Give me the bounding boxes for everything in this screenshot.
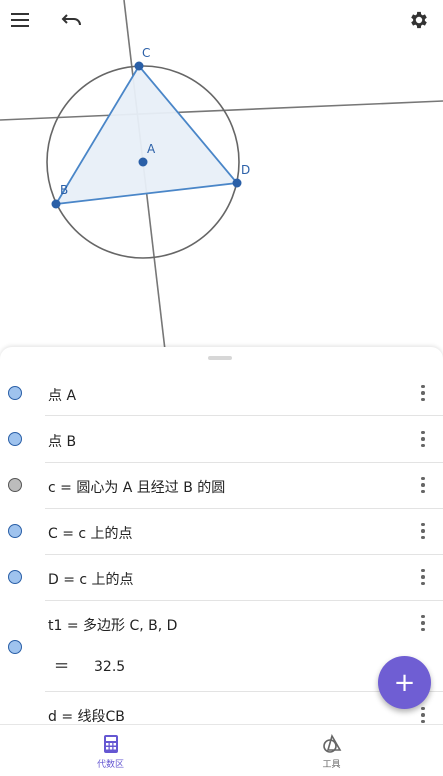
plus-icon: +: [393, 667, 416, 698]
shapes-tools-icon: [323, 734, 342, 753]
more-options-icon[interactable]: [414, 473, 432, 497]
tab-tools[interactable]: 工具: [221, 725, 442, 776]
more-options-icon[interactable]: [414, 703, 432, 725]
more-options-icon[interactable]: [414, 611, 432, 635]
graphics-view[interactable]: A B C D: [0, 0, 443, 350]
visibility-toggle[interactable]: [8, 432, 22, 446]
algebra-item-text[interactable]: 点 B: [48, 431, 76, 451]
visibility-toggle[interactable]: [8, 570, 22, 584]
algebra-item-text[interactable]: C = c 上的点: [48, 523, 133, 543]
point-label-c: C: [142, 46, 150, 60]
algebra-item-polygon-t1[interactable]: t1 = 多边形 C, B, D = 32.5: [0, 605, 443, 691]
more-options-icon[interactable]: [414, 381, 432, 405]
row-divider: [45, 508, 443, 509]
algebra-item-text[interactable]: D = c 上的点: [48, 569, 134, 589]
output-equals-sign: =: [54, 655, 70, 676]
add-button[interactable]: +: [378, 656, 431, 709]
row-divider: [45, 554, 443, 555]
point-label-b: B: [60, 183, 68, 197]
more-options-icon[interactable]: [414, 565, 432, 589]
tab-algebra-label: 代数区: [96, 760, 124, 770]
row-divider: [45, 462, 443, 463]
panel-drag-handle[interactable]: [208, 356, 232, 360]
algebra-item-text[interactable]: d = 线段CB: [48, 706, 125, 725]
visibility-toggle[interactable]: [8, 640, 22, 654]
point-label-d: D: [241, 163, 250, 177]
algebra-item-text[interactable]: 点 A: [48, 385, 76, 405]
point-b[interactable]: [51, 199, 61, 209]
more-options-icon[interactable]: [414, 427, 432, 451]
more-options-icon[interactable]: [414, 519, 432, 543]
point-c[interactable]: [134, 61, 144, 71]
tab-algebra[interactable]: 代数区: [0, 725, 221, 776]
algebra-item-segment-d[interactable]: d = 线段CB: [0, 697, 443, 725]
visibility-toggle[interactable]: [8, 478, 22, 492]
algebra-item-point-a[interactable]: 点 A: [0, 375, 443, 419]
algebra-item-text[interactable]: t1 = 多边形 C, B, D: [48, 615, 177, 635]
point-a[interactable]: [138, 157, 148, 167]
point-d[interactable]: [232, 178, 242, 188]
algebra-item-point-b[interactable]: 点 B: [0, 421, 443, 465]
algebra-item-circle-c[interactable]: c = 圆心为 A 且经过 B 的圆: [0, 467, 443, 511]
algebra-item-point-d[interactable]: D = c 上的点: [0, 559, 443, 603]
bottom-navigation: 代数区 工具: [0, 724, 443, 776]
point-label-a: A: [147, 142, 156, 156]
tab-tools-label: 工具: [322, 760, 341, 770]
calculator-icon: [104, 735, 118, 753]
visibility-toggle[interactable]: [8, 524, 22, 538]
algebra-panel: 点 A 点 B c = 圆心为 A 且经过 B 的圆 C = c 上的点 D =…: [0, 347, 443, 725]
row-divider: [45, 415, 443, 416]
visibility-toggle[interactable]: [8, 386, 22, 400]
algebra-item-text[interactable]: c = 圆心为 A 且经过 B 的圆: [48, 477, 225, 497]
row-divider: [45, 600, 443, 601]
polygon-area-value: 32.5: [94, 659, 126, 675]
algebra-item-point-c[interactable]: C = c 上的点: [0, 513, 443, 557]
